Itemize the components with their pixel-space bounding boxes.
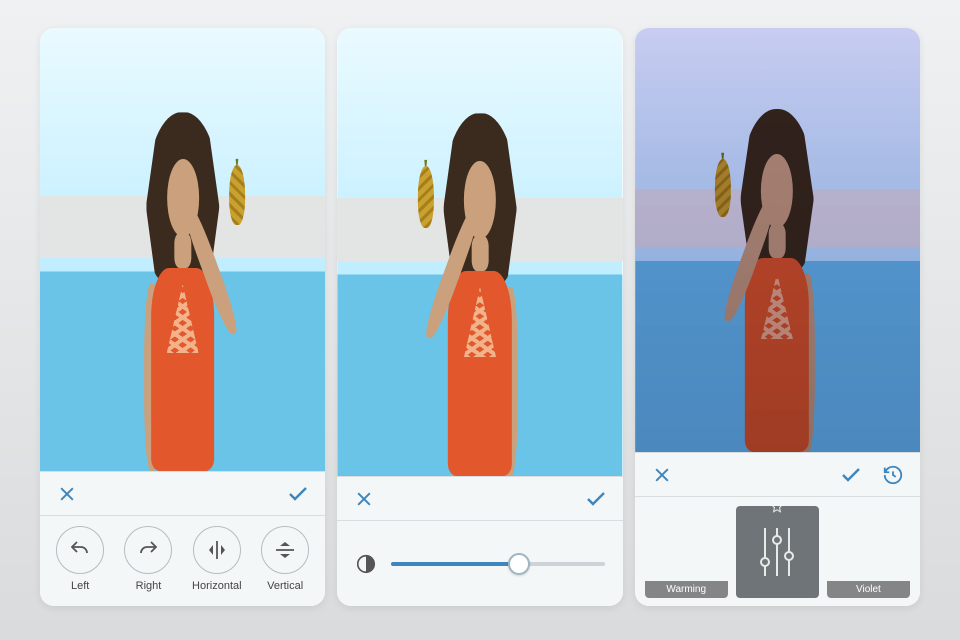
close-icon[interactable] — [351, 486, 377, 512]
preview-image[interactable] — [40, 28, 325, 471]
action-bar — [40, 471, 325, 515]
check-icon[interactable] — [838, 462, 864, 488]
tool-label: Horizontal — [192, 580, 242, 592]
action-bar — [337, 476, 622, 520]
intensity-slider[interactable] — [391, 562, 604, 566]
screen-filters: Warming Violet — [635, 28, 920, 606]
filter-label: Warming — [645, 581, 728, 598]
slider-knob[interactable] — [508, 553, 530, 575]
flip-horizontal-button[interactable]: Horizontal — [186, 526, 248, 592]
screen-rotate: Left Right Horizontal Vertical — [40, 28, 325, 606]
undo-icon — [56, 526, 104, 574]
filter-warming[interactable]: Warming — [645, 506, 728, 598]
close-icon[interactable] — [649, 462, 675, 488]
action-bar — [635, 452, 920, 496]
tool-label: Vertical — [267, 580, 303, 592]
filter-adjust-tile[interactable] — [736, 506, 819, 598]
rotate-right-button[interactable]: Right — [117, 526, 179, 592]
check-icon[interactable] — [285, 481, 311, 507]
filter-label: Violet — [827, 581, 910, 598]
rotate-left-button[interactable]: Left — [49, 526, 111, 592]
history-icon[interactable] — [880, 462, 906, 488]
star-icon — [769, 506, 785, 515]
rotate-toolbar: Left Right Horizontal Vertical — [40, 515, 325, 606]
redo-icon — [124, 526, 172, 574]
screen-adjust — [337, 28, 622, 606]
flip-vertical-button[interactable]: Vertical — [254, 526, 316, 592]
preview-image[interactable] — [337, 28, 622, 476]
filter-violet[interactable]: Violet — [827, 506, 910, 598]
tool-label: Left — [71, 580, 89, 592]
check-icon[interactable] — [583, 486, 609, 512]
tool-label: Right — [136, 580, 162, 592]
preview-image[interactable] — [635, 28, 920, 452]
flip-h-icon — [193, 526, 241, 574]
close-icon[interactable] — [54, 481, 80, 507]
filter-strip[interactable]: Warming Violet — [635, 496, 920, 606]
contrast-icon[interactable] — [355, 553, 377, 575]
sliders-icon — [755, 522, 799, 582]
flip-v-icon — [261, 526, 309, 574]
adjust-slider-row — [337, 520, 622, 606]
